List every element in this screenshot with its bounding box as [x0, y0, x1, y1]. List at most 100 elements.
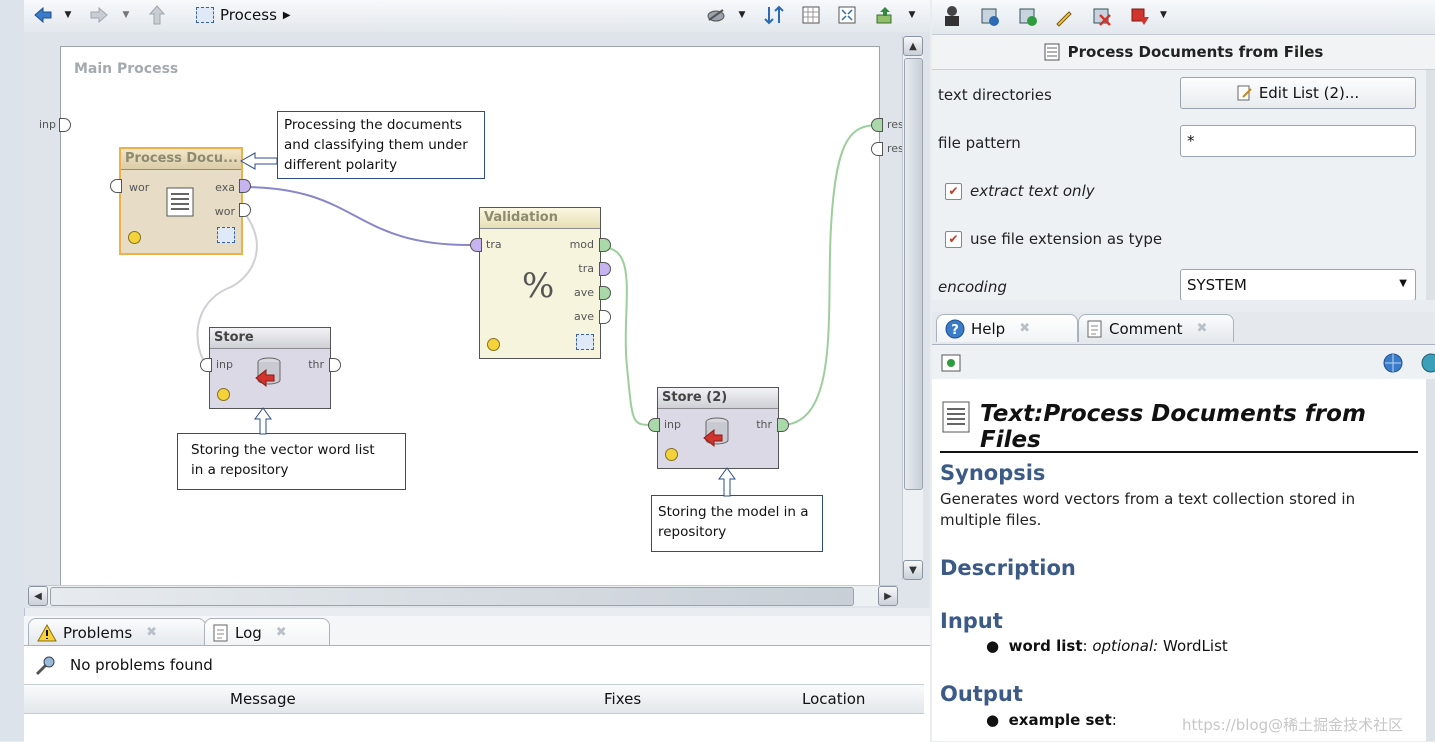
parameters-scrollbar[interactable] [1426, 70, 1435, 300]
operator-title: Validation [480, 208, 600, 229]
file-pattern-input[interactable]: * [1180, 125, 1416, 157]
tab-problems[interactable]: Problems ✖ [28, 618, 206, 646]
rename-operator-icon[interactable] [1054, 7, 1074, 27]
breadcrumb[interactable]: Process ▶ [196, 4, 291, 26]
help-title: Text:Process Documents from Files [980, 401, 1366, 453]
reorder-icon[interactable] [762, 4, 786, 26]
operator-store[interactable]: Store inp thr [209, 327, 331, 409]
process-docs-wor-in-port[interactable] [110, 179, 122, 193]
online-help-icon[interactable] [1382, 352, 1404, 374]
param-label-use-file-extension: use file extension as type [970, 230, 1163, 248]
scroll-left-icon[interactable]: ◀ [28, 586, 48, 606]
use-file-extension-checkbox[interactable]: ✔ [945, 231, 962, 248]
subprocess-icon[interactable] [576, 334, 594, 350]
help-output-heading: Output [940, 682, 1023, 706]
delete-operator-icon[interactable] [1092, 7, 1112, 27]
back-arrow-icon[interactable] [32, 4, 54, 26]
extract-text-only-checkbox[interactable]: ✔ [945, 183, 962, 200]
close-icon[interactable]: ✖ [146, 625, 157, 640]
store-inp-port[interactable] [200, 358, 212, 372]
problems-table-header: Message Fixes Location [24, 684, 924, 714]
database-store-icon [255, 357, 281, 388]
note-storing-model[interactable]: Storing the model in a repository [651, 495, 823, 552]
help-scrollbar[interactable] [1426, 379, 1435, 741]
tab-log[interactable]: Log ✖ [204, 618, 330, 646]
store2-inp-port[interactable] [648, 418, 660, 432]
auto-wire-dropdown-icon[interactable]: ▼ [736, 4, 748, 26]
param-label-encoding: encoding [938, 278, 1007, 296]
input-item-type: WordList [1163, 637, 1228, 655]
enable-operator-icon[interactable] [1018, 7, 1038, 27]
tab-help[interactable]: ? Help ✖ [936, 314, 1078, 342]
conn-exa-to-tra [242, 186, 476, 247]
globe-icon[interactable] [1420, 352, 1435, 374]
breakpoint-dropdown-icon[interactable]: ▼ [1160, 10, 1167, 20]
forward-dropdown-icon[interactable]: ▼ [120, 4, 132, 26]
close-icon[interactable]: ✖ [276, 625, 287, 640]
subprocess-icon[interactable] [217, 227, 235, 243]
export-dropdown-icon[interactable]: ▼ [906, 4, 918, 26]
operator-info-icon[interactable] [980, 7, 1000, 27]
validation-tra-in-port[interactable] [470, 238, 482, 252]
scroll-right-icon[interactable]: ▶ [878, 586, 898, 606]
help-tabs-bar: ? Help ✖ Comment ✖ [932, 312, 1435, 344]
edit-list-icon [1237, 85, 1252, 101]
note-processing[interactable]: Processing the documents and classifying… [277, 111, 485, 179]
status-led [665, 448, 678, 461]
operator-title: Process Docu... [121, 149, 241, 170]
column-location[interactable]: Location [802, 690, 865, 708]
encoding-select[interactable]: SYSTEM ▼ [1180, 269, 1416, 300]
operator-store-2[interactable]: Store (2) inp thr [657, 387, 779, 469]
watermark: https://blog@稀土掘金技术社区 [1182, 716, 1404, 734]
column-fixes[interactable]: Fixes [604, 690, 641, 708]
up-arrow-icon[interactable] [146, 4, 168, 26]
port-label-inp: inp [664, 418, 682, 431]
operator-process-documents[interactable]: Process Docu... wor exa wor [119, 147, 243, 255]
operator-validation[interactable]: Validation tra mod tra ave ave % [479, 207, 601, 359]
parameters-toolbar: ▼ [932, 0, 1435, 35]
process-canvas[interactable]: Main Process inp res res Process Docu...… [39, 46, 904, 588]
help-synopsis-text: Generates word vectors from a text colle… [940, 490, 1356, 529]
note-arrow-left-icon [239, 152, 278, 170]
tab-comment[interactable]: Comment ✖ [1078, 314, 1234, 342]
grid-icon[interactable] [800, 4, 822, 26]
forward-arrow-icon[interactable] [88, 4, 110, 26]
fit-view-icon[interactable] [836, 4, 858, 26]
canvas-res-port-1[interactable] [871, 118, 883, 132]
port-label-wor-out: wor [214, 205, 235, 218]
param-label-text-directories: text directories [938, 86, 1052, 104]
log-icon [213, 624, 228, 641]
back-dropdown-icon[interactable]: ▼ [62, 4, 74, 26]
help-output-item: ● example set: [986, 711, 1117, 729]
vertical-scroll-thumb[interactable] [904, 58, 923, 490]
breadcrumb-arrow-icon[interactable]: ▶ [283, 10, 291, 21]
problems-tool-icon [35, 656, 55, 676]
export-icon[interactable] [874, 4, 896, 26]
conn-mod-to-store2 [600, 246, 658, 427]
chevron-down-icon: ▼ [1399, 278, 1407, 289]
breadcrumb-process[interactable]: Process [220, 6, 277, 24]
note-line: Processing the documents [284, 117, 462, 133]
column-message[interactable]: Message [230, 690, 296, 708]
help-description-heading: Description [940, 556, 1076, 580]
help-synopsis-heading: Synopsis [940, 461, 1046, 485]
show-operator-icon[interactable] [941, 354, 961, 372]
port-label-tra-in: tra [486, 238, 502, 251]
close-icon[interactable]: ✖ [1197, 321, 1208, 336]
port-label-ave-1: ave [573, 286, 594, 299]
scroll-up-icon[interactable]: ▲ [903, 36, 923, 56]
horizontal-scroll-thumb[interactable] [50, 587, 854, 606]
process-icon [196, 7, 214, 23]
note-line: in a repository [191, 462, 289, 478]
auto-wire-icon[interactable] [704, 4, 728, 26]
canvas-horizontal-scrollbar[interactable]: ◀ ▶ [28, 585, 898, 606]
breakpoint-icon[interactable] [1130, 7, 1150, 27]
canvas-res-port-2[interactable] [871, 142, 883, 156]
note-storing-vector[interactable]: Storing the vector word list in a reposi… [177, 433, 406, 490]
help-input-heading: Input [940, 609, 1003, 633]
scroll-down-icon[interactable]: ▼ [903, 560, 923, 580]
canvas-vertical-scrollbar[interactable]: ▲ ▼ [902, 36, 923, 580]
close-icon[interactable]: ✖ [1019, 321, 1030, 336]
edit-list-button[interactable]: Edit List (2)... [1180, 77, 1416, 109]
expert-mode-icon[interactable] [942, 5, 962, 27]
